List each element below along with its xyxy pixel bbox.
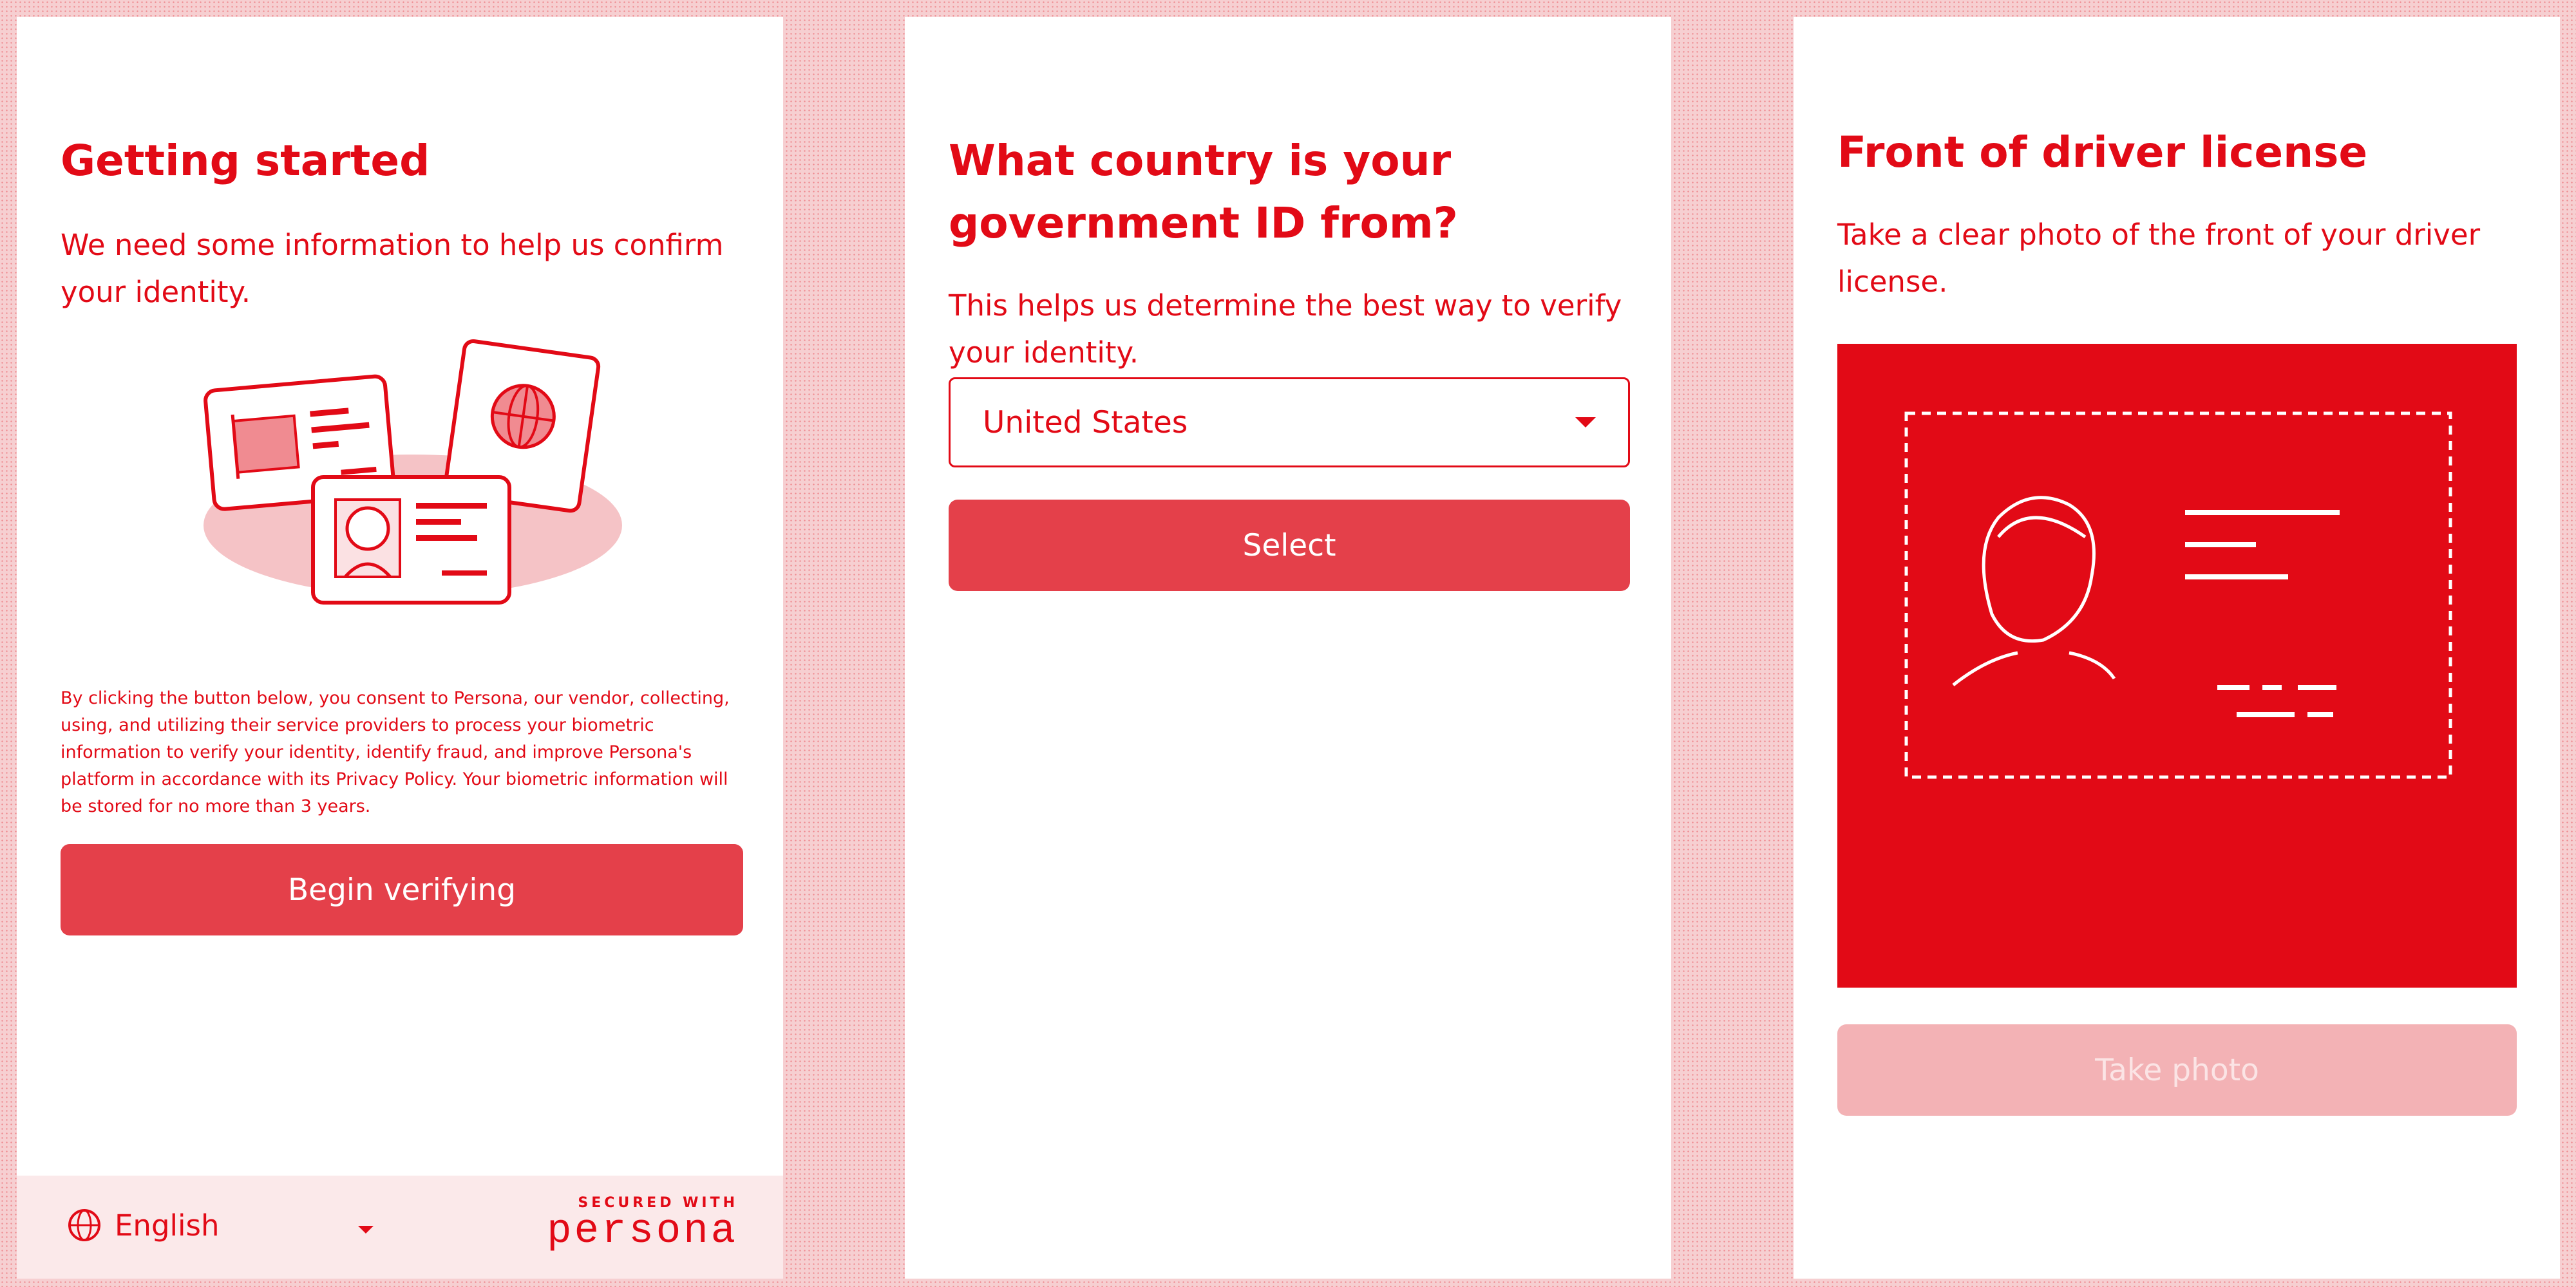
begin-verifying-button[interactable]: Begin verifying [61, 844, 743, 935]
take-photo-button[interactable]: Take photo [1837, 1024, 2517, 1116]
chevron-down-icon[interactable] [358, 1226, 374, 1234]
camera-preview [1837, 344, 2517, 988]
language-selector[interactable]: English [67, 1208, 220, 1243]
page-subtitle: We need some information to help us conf… [61, 228, 724, 309]
globe-icon [68, 1209, 100, 1241]
country-select[interactable]: United States [949, 377, 1630, 467]
country-selection-panel: What country is your government ID from?… [905, 17, 1671, 1279]
page-subtitle: Take a clear photo of the front of your … [1837, 218, 2481, 299]
chevron-down-icon [1575, 417, 1596, 427]
page-title: Getting started [61, 136, 430, 185]
getting-started-panel: Getting started We need some information… [17, 17, 783, 1279]
page-title: Front of driver license [1837, 127, 2368, 177]
panel-footer: English SECURED WITH persona [17, 1176, 783, 1279]
driver-license-front-panel: Front of driver license Take a clear pho… [1794, 17, 2560, 1279]
select-button[interactable]: Select [949, 500, 1630, 591]
page-title: What country is your government ID from? [949, 136, 1458, 248]
language-label: English [115, 1208, 220, 1243]
persona-logo: persona [547, 1208, 738, 1255]
page-subtitle: This helps us determine the best way to … [949, 288, 1622, 370]
id-documents-icon [204, 339, 622, 605]
driver-license-guide-icon [1904, 411, 2452, 779]
secured-with-persona-logo: SECURED WITH persona [547, 1195, 738, 1252]
biometric-consent-text: By clicking the button below, you consen… [61, 688, 730, 816]
country-select-value: United States [983, 404, 1188, 440]
